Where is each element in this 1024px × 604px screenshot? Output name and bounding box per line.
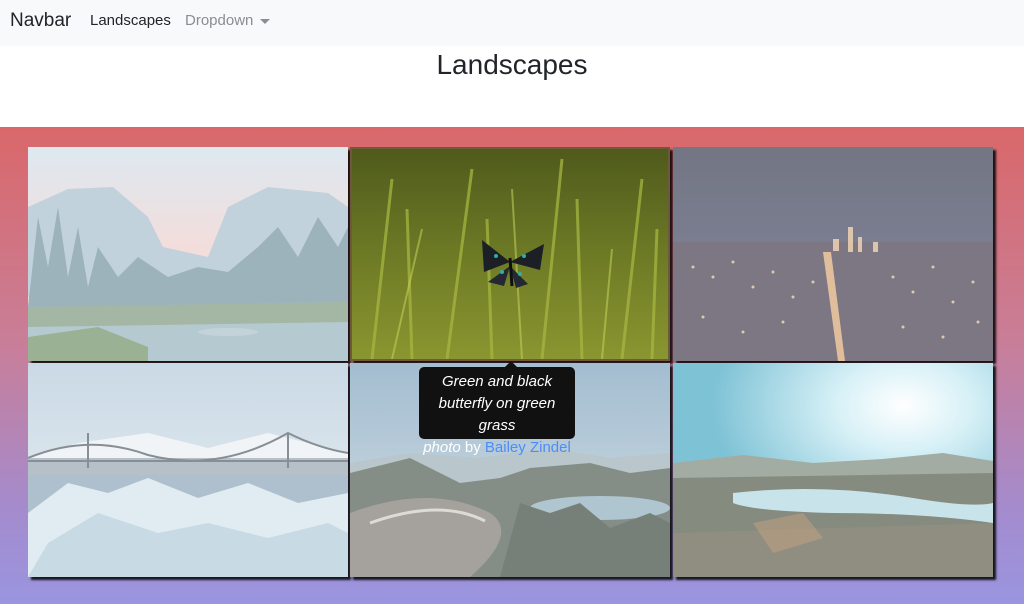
gallery-image-city-night[interactable] <box>673 147 993 361</box>
gallery-image-butterfly[interactable] <box>350 147 670 361</box>
nav-dropdown-toggle[interactable]: Dropdown <box>185 12 271 30</box>
gallery-image-ice-bridge[interactable] <box>28 363 348 577</box>
tooltip-line-1: Green and black <box>441 373 553 390</box>
page-title: Landscapes <box>436 49 588 80</box>
navbar-brand[interactable]: Navbar <box>10 10 71 32</box>
nav-dropdown-label: Dropdown <box>185 12 254 29</box>
tooltip-photo-word: photo <box>423 439 461 456</box>
image-overlay <box>352 149 668 359</box>
gallery-image-lake-valley[interactable] <box>673 363 993 577</box>
tooltip-by-word: by <box>464 439 481 456</box>
caret-down-icon <box>260 19 271 24</box>
image-overlay <box>673 363 993 577</box>
image-overlay <box>28 147 348 361</box>
nav-link-landscapes[interactable]: Landscapes <box>90 12 171 30</box>
image-overlay <box>28 363 348 577</box>
image-caption-tooltip: Green and black butterfly on green grass… <box>419 361 575 456</box>
navbar: Navbar Landscapes Dropdown <box>0 0 1024 46</box>
tooltip-line-2: butterfly on green grass <box>438 395 556 434</box>
tooltip-line-3: photo by Bailey Zindel <box>419 437 575 459</box>
author-link[interactable]: Bailey Zindel <box>485 439 571 456</box>
image-overlay <box>673 147 993 361</box>
gallery-image-mountain-valley[interactable] <box>28 147 348 361</box>
